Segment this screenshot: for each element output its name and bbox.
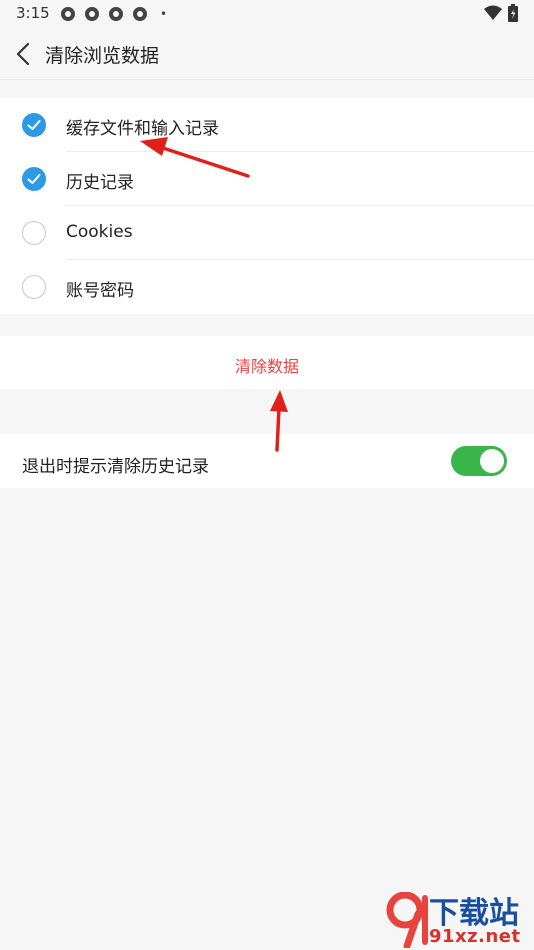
exit-prompt-label: 退出时提示清除历史记录 [22, 457, 209, 477]
watermark-url: 91xz.net [429, 926, 521, 947]
exit-prompt-toggle[interactable] [451, 446, 507, 476]
checkbox-checked[interactable] [22, 167, 46, 191]
watermark-91-logo [386, 892, 428, 948]
option-label: 账号密码 [66, 281, 134, 301]
option-cache-input[interactable]: 缓存文件和输入记录 [0, 98, 534, 152]
notification-icon [61, 7, 75, 21]
option-passwords[interactable]: 账号密码 [0, 260, 534, 314]
check-icon [27, 120, 41, 130]
option-cookies[interactable]: Cookies [0, 206, 534, 260]
check-icon [27, 174, 41, 184]
notification-icon [85, 7, 99, 21]
clear-data-label: 清除数据 [234, 357, 299, 376]
option-label: 缓存文件和输入记录 [66, 119, 219, 139]
toggle-knob [480, 449, 504, 473]
battery-icon [508, 4, 518, 22]
app-header: 清除浏览数据 [0, 28, 534, 80]
option-history[interactable]: 历史记录 [0, 152, 534, 206]
chevron-left-icon[interactable] [10, 40, 38, 68]
exit-prompt-setting: 退出时提示清除历史记录 [0, 434, 534, 488]
notification-icon [109, 7, 123, 21]
option-label: Cookies [66, 222, 133, 242]
clear-options-list: 缓存文件和输入记录 历史记录 Cookies 账号密码 [0, 98, 534, 314]
clear-data-button[interactable]: 清除数据 [0, 336, 534, 389]
checkbox-checked[interactable] [22, 113, 46, 137]
status-time: 3:15 [16, 4, 50, 22]
notification-icon [133, 7, 147, 21]
option-label: 历史记录 [66, 173, 134, 193]
watermark-logo: 下载站 91xz.net [385, 888, 534, 950]
checkbox-unchecked[interactable] [22, 275, 46, 299]
page-title: 清除浏览数据 [45, 45, 160, 67]
wifi-icon [484, 5, 502, 20]
checkbox-unchecked[interactable] [22, 221, 46, 245]
status-dot: • [160, 7, 168, 21]
status-bar: 3:15 • [0, 0, 534, 28]
